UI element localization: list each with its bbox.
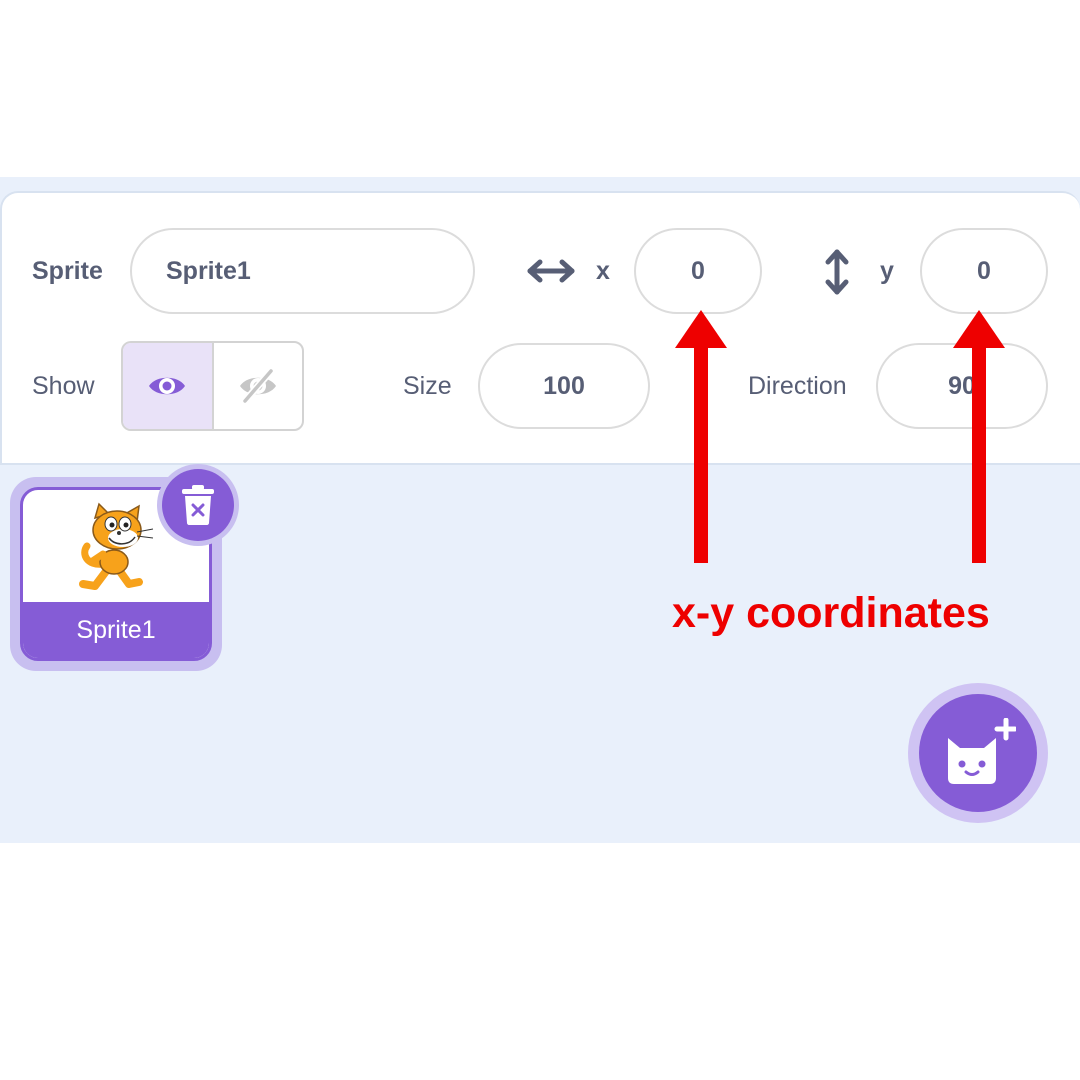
eye-icon (149, 377, 186, 395)
eye-slash-icon (239, 368, 276, 404)
sprite-name-input[interactable]: Sprite1 (130, 228, 475, 314)
direction-input[interactable]: 90 (876, 343, 1048, 429)
annotation-label: x-y coordinates (672, 589, 990, 637)
add-sprite-cat-icon (948, 718, 1016, 784)
cat-sprite-thumbnail (79, 502, 154, 590)
size-label: Size (403, 372, 452, 400)
sprite-tile-name: Sprite1 (23, 602, 209, 658)
size-input[interactable]: 100 (478, 343, 650, 429)
x-coordinate-input[interactable]: 0 (634, 228, 762, 314)
y-label: y (880, 257, 894, 285)
y-coordinate-input[interactable]: 0 (920, 228, 1048, 314)
hide-sprite-button[interactable] (214, 343, 303, 429)
vertical-double-arrow-icon (825, 249, 849, 295)
add-sprite-button[interactable] (919, 694, 1037, 812)
horizontal-double-arrow-icon (527, 259, 575, 283)
sprite-label: Sprite (32, 257, 103, 285)
delete-sprite-button[interactable] (162, 469, 234, 541)
scratch-sprite-pane: Sprite Sprite1 x 0 y 0 Show Size 100 Dir… (0, 0, 1080, 1080)
show-sprite-button[interactable] (123, 343, 214, 429)
x-label: x (596, 257, 610, 285)
trash-icon (182, 485, 214, 525)
show-label: Show (32, 372, 95, 400)
direction-label: Direction (748, 372, 847, 400)
visibility-toggle (121, 341, 304, 431)
